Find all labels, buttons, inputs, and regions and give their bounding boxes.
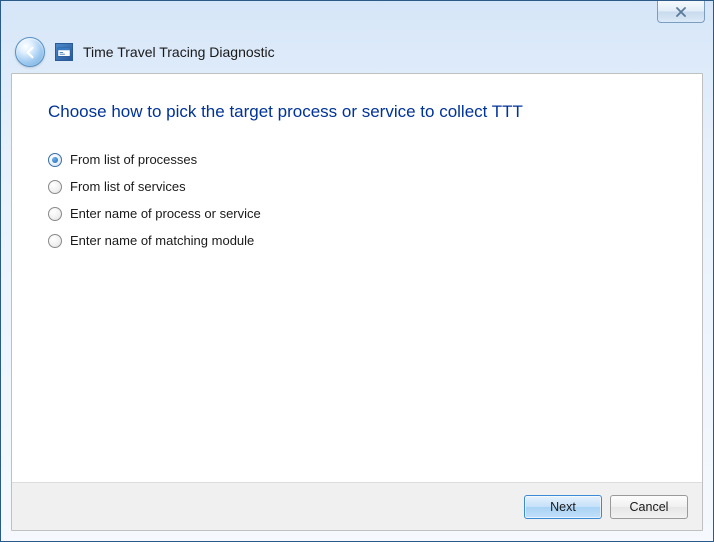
page-heading: Choose how to pick the target process or…	[48, 102, 666, 122]
radio-label: Enter name of process or service	[70, 206, 261, 221]
radio-icon	[48, 207, 62, 221]
radio-label: From list of processes	[70, 152, 197, 167]
header-row: Time Travel Tracing Diagnostic	[1, 31, 713, 73]
main-content: Choose how to pick the target process or…	[12, 74, 702, 482]
radio-icon	[48, 153, 62, 167]
back-arrow-icon	[23, 45, 38, 60]
radio-icon	[48, 234, 62, 248]
close-icon	[675, 7, 687, 17]
radio-enter-process-name[interactable]: Enter name of process or service	[48, 206, 666, 221]
content-panel: Choose how to pick the target process or…	[11, 73, 703, 531]
radio-from-services[interactable]: From list of services	[48, 179, 666, 194]
radio-from-processes[interactable]: From list of processes	[48, 152, 666, 167]
button-row: Next Cancel	[12, 482, 702, 530]
back-button[interactable]	[15, 37, 45, 67]
radio-enter-module-name[interactable]: Enter name of matching module	[48, 233, 666, 248]
app-title: Time Travel Tracing Diagnostic	[83, 44, 275, 60]
app-icon	[55, 43, 73, 61]
bottom-spacer	[1, 531, 713, 541]
titlebar	[1, 1, 713, 31]
wizard-window: Time Travel Tracing Diagnostic Choose ho…	[0, 0, 714, 542]
radio-label: Enter name of matching module	[70, 233, 254, 248]
close-button[interactable]	[657, 1, 705, 23]
radio-label: From list of services	[70, 179, 186, 194]
radio-group: From list of processes From list of serv…	[48, 152, 666, 248]
cancel-button[interactable]: Cancel	[610, 495, 688, 519]
next-button[interactable]: Next	[524, 495, 602, 519]
radio-icon	[48, 180, 62, 194]
